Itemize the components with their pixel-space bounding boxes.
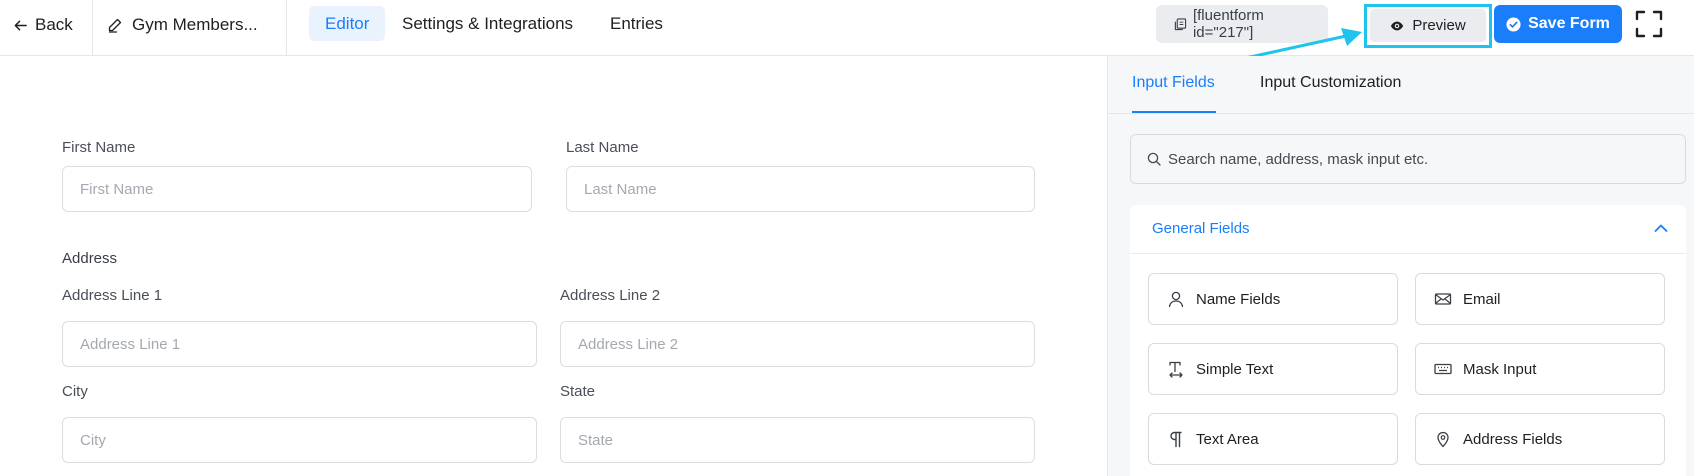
field-search-input[interactable] — [1168, 150, 1638, 168]
divider — [286, 0, 287, 56]
tabs-divider — [1108, 113, 1694, 114]
field-address-fields[interactable]: Address Fields — [1415, 413, 1665, 465]
field-mask-input-label: Mask Input — [1463, 360, 1537, 378]
chevron-up-icon[interactable] — [1654, 223, 1668, 233]
field-email[interactable]: Email — [1415, 273, 1665, 325]
tab-input-fields[interactable]: Input Fields — [1132, 74, 1215, 92]
first-name-label: First Name — [62, 139, 136, 156]
address-line2-label: Address Line 2 — [560, 287, 661, 304]
address-line1-label: Address Line 1 — [62, 287, 163, 304]
field-text-area-label: Text Area — [1196, 430, 1259, 448]
general-fields-panel: General Fields Name Fields Email Simple … — [1130, 205, 1686, 476]
preview-button[interactable]: Preview — [1370, 9, 1486, 42]
tab-entries[interactable]: Entries — [594, 6, 679, 41]
pencil-icon — [108, 18, 122, 33]
state-label: State — [560, 383, 596, 400]
map-pin-icon — [1437, 431, 1449, 448]
eye-icon — [1391, 21, 1404, 30]
tab-editor[interactable]: Editor — [309, 6, 386, 41]
check-circle-icon — [1506, 16, 1521, 32]
field-email-label: Email — [1463, 290, 1501, 308]
field-simple-text[interactable]: Simple Text — [1148, 343, 1398, 395]
address-line1-input[interactable] — [62, 321, 537, 367]
text-cursor-icon — [1169, 361, 1183, 378]
tab-input-customization[interactable]: Input Customization — [1260, 74, 1401, 92]
back-label: Back — [35, 15, 73, 34]
preview-label: Preview — [1412, 17, 1466, 34]
field-search — [1130, 134, 1686, 184]
copy-icon — [1174, 17, 1187, 30]
address-line2-input[interactable] — [560, 321, 1035, 367]
user-icon — [1168, 291, 1184, 308]
field-address-fields-label: Address Fields — [1463, 430, 1563, 448]
state-input[interactable] — [560, 417, 1035, 463]
field-name-fields[interactable]: Name Fields — [1148, 273, 1398, 325]
active-tab-indicator — [1132, 111, 1216, 113]
general-fields-header[interactable]: General Fields — [1130, 205, 1686, 254]
address-section-title: Address — [62, 250, 118, 267]
paragraph-icon — [1170, 431, 1182, 448]
form-name[interactable]: Gym Members... — [107, 14, 258, 36]
general-fields-title: General Fields — [1152, 220, 1250, 237]
last-name-input[interactable] — [566, 166, 1035, 212]
fields-sidebar: Input Fields Input Customization General… — [1107, 56, 1694, 476]
fullscreen-icon[interactable] — [1634, 9, 1664, 39]
last-name-label: Last Name — [566, 139, 639, 156]
field-name-fields-label: Name Fields — [1196, 290, 1281, 308]
envelope-icon — [1434, 293, 1452, 305]
shortcode-copy[interactable]: [fluentform id="217"] — [1156, 5, 1328, 43]
search-icon — [1147, 152, 1161, 166]
save-form-button[interactable]: Save Form — [1494, 5, 1622, 43]
save-form-label: Save Form — [1528, 15, 1610, 32]
city-input[interactable] — [62, 417, 537, 463]
field-mask-input[interactable]: Mask Input — [1415, 343, 1665, 395]
back-button[interactable]: Back — [13, 14, 73, 36]
field-text-area[interactable]: Text Area — [1148, 413, 1398, 465]
city-label: City — [62, 383, 88, 400]
top-bar: Back Gym Members... Editor Settings & In… — [0, 0, 1694, 56]
field-simple-text-label: Simple Text — [1196, 360, 1274, 378]
divider — [92, 0, 93, 56]
keyboard-icon — [1434, 363, 1452, 375]
tab-settings-integrations[interactable]: Settings & Integrations — [386, 6, 589, 41]
shortcode-text: [fluentform id="217"] — [1192, 7, 1264, 41]
form-name-label: Gym Members... — [132, 15, 258, 34]
first-name-input[interactable] — [62, 166, 532, 212]
arrow-left-icon — [14, 20, 27, 30]
